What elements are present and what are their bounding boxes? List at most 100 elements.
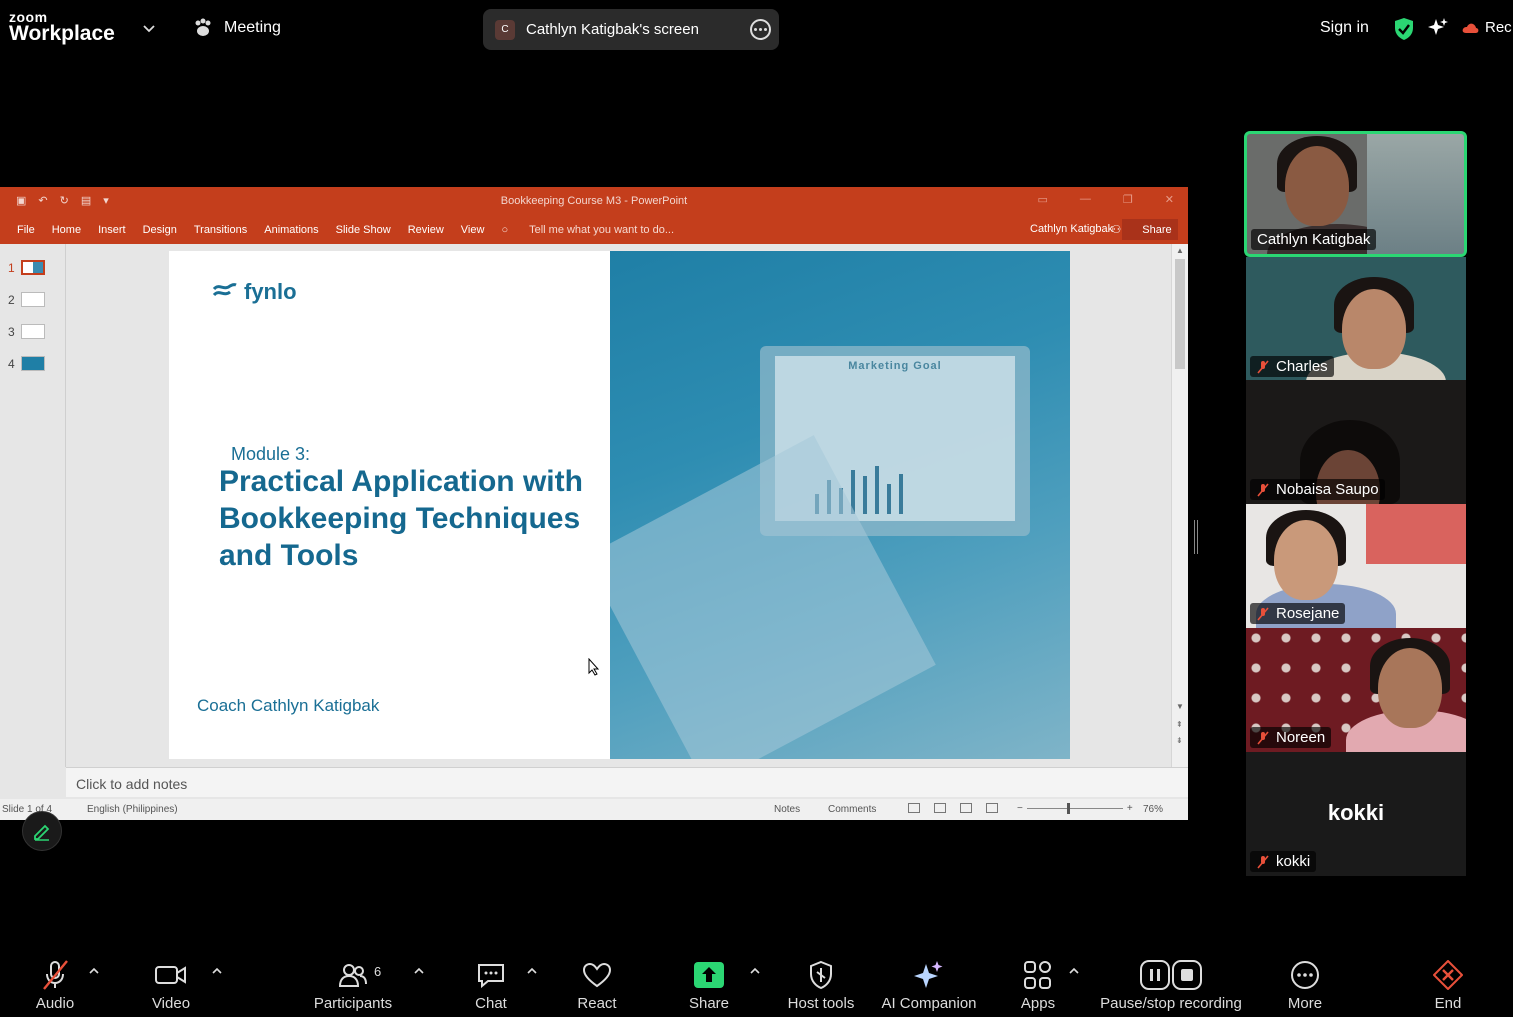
tell-me-box: ○ Tell me what you want to do... — [501, 224, 691, 236]
thumbnail-number: 3 — [8, 324, 15, 339]
apps-button[interactable]: Apps — [1013, 958, 1063, 1012]
ribbon-display-icon: ▭ — [1037, 194, 1048, 206]
participant-name: Nobaisa Saupo — [1276, 481, 1379, 498]
ppt-share-label: Share — [1142, 223, 1172, 236]
participants-options-chevron-icon[interactable] — [414, 966, 424, 976]
share-options-chevron-icon[interactable] — [750, 966, 760, 976]
ppt-ribbon: File Home Insert Design Transitions Anim… — [0, 215, 1188, 244]
participants-count: 6 — [374, 964, 382, 979]
language: English (Philippines) — [87, 804, 178, 815]
zoom-slider: − + — [1017, 803, 1133, 814]
apps-label: Apps — [1020, 995, 1056, 1012]
more-button[interactable]: More — [1280, 958, 1330, 1012]
share-label: Share — [688, 995, 730, 1012]
video-tile[interactable]: kokki kokki — [1246, 752, 1466, 876]
participant-label: Noreen — [1250, 727, 1332, 748]
audio-options-chevron-icon[interactable] — [89, 966, 99, 976]
end-meeting-button[interactable]: End — [1423, 958, 1473, 1012]
slide-thumbnail: 2 — [8, 292, 45, 307]
pause-stop-recording-button[interactable]: Pause/stop recording — [1094, 958, 1248, 1012]
chat-button[interactable]: Chat — [466, 958, 516, 1012]
audio-button[interactable]: Audio — [30, 958, 80, 1012]
sharer-avatar: C — [495, 19, 515, 40]
chat-icon — [478, 964, 504, 989]
muted-mic-icon — [1257, 359, 1269, 374]
video-tile[interactable]: Cathlyn Katigbak — [1244, 131, 1467, 257]
ppt-user-name: Cathlyn Katigbak — [1030, 223, 1114, 235]
prev-slide-icon: ⇞ — [1176, 720, 1183, 729]
ribbon-tab-home: Home — [51, 223, 82, 236]
coach-name: Coach Cathlyn Katigbak — [197, 696, 380, 715]
video-button[interactable]: Video — [146, 958, 196, 1012]
participants-button[interactable]: Participants — [308, 958, 398, 1012]
screen-share-indicator[interactable]: C Cathlyn Katigbak's screen — [483, 9, 779, 50]
ppt-share-button: ⚇ Share — [1111, 219, 1178, 240]
comments-toggle: Comments — [828, 804, 877, 815]
ribbon-tab-insert: Insert — [98, 223, 126, 236]
scrollbar-thumb — [1175, 259, 1185, 369]
video-tile[interactable]: Noreen — [1246, 628, 1466, 752]
chat-label: Chat — [475, 995, 507, 1012]
react-button[interactable]: React — [572, 958, 622, 1012]
ai-companion-label: AI Companion — [881, 995, 977, 1012]
slide-thumbnail-pane: 1 2 3 4 — [0, 244, 66, 767]
muted-mic-icon — [1257, 854, 1269, 869]
notes-toggle: Notes — [774, 804, 801, 815]
lightbulb-icon: ○ — [501, 223, 509, 236]
ai-companion-button[interactable]: AI Companion — [878, 958, 980, 1012]
current-slide: fynlo Module 3: Practical Application wi… — [169, 251, 1070, 759]
slide-thumbnail: 1 — [8, 260, 45, 275]
host-tools-button[interactable]: Host tools — [783, 958, 859, 1012]
ai-companion-icon — [914, 961, 943, 988]
notes-pane: Click to add notes — [66, 767, 1188, 797]
cloud-record-icon — [1462, 23, 1479, 33]
ppt-title-bar: ▣ ↶ ↻ ▤ ▾ Bookkeeping Course M3 - PowerP… — [0, 187, 1188, 215]
meeting-info-button[interactable]: Meeting — [192, 18, 281, 38]
maximize-icon: ❐ — [1122, 194, 1133, 206]
participant-name: Cathlyn Katigbak — [1257, 231, 1371, 248]
thumbnail-number: 4 — [8, 356, 15, 371]
video-options-chevron-icon[interactable] — [212, 966, 222, 976]
ppt-status-bar: Slide 1 of 4 English (Philippines) Notes… — [0, 799, 1188, 820]
pencil-icon — [34, 824, 50, 841]
chevron-down-icon[interactable] — [142, 21, 156, 35]
camera-icon — [155, 966, 186, 984]
annotate-button[interactable] — [22, 811, 62, 851]
meeting-toolbar: Audio Video Participants 6 Chat React Sh… — [0, 946, 1513, 1017]
slide-heading: Practical Application with Bookkeeping T… — [219, 465, 583, 572]
share-button[interactable]: Share — [684, 958, 734, 1012]
more-label: More — [1287, 995, 1323, 1012]
host-shield-icon — [810, 960, 832, 990]
participant-name: Noreen — [1276, 729, 1326, 746]
ribbon-tab-slide-show: Slide Show — [335, 223, 391, 236]
end-label: End — [1434, 995, 1462, 1012]
screen-share-label: Cathlyn Katigbak's screen — [526, 21, 699, 38]
wave-logo-icon — [212, 283, 237, 297]
chat-options-chevron-icon[interactable] — [527, 966, 537, 976]
video-label: Video — [151, 995, 191, 1012]
sign-in-link[interactable]: Sign in — [1320, 19, 1369, 37]
audio-label: Audio — [35, 995, 75, 1012]
apps-options-chevron-icon[interactable] — [1069, 966, 1079, 976]
video-tile[interactable]: Rosejane — [1246, 504, 1466, 628]
fynlo-logo: fynlo — [212, 279, 297, 305]
zoom-workplace-logo: zoom Workplace — [9, 10, 115, 44]
tell-me-text: Tell me what you want to do... — [529, 223, 675, 236]
gallery-resize-handle[interactable] — [1194, 520, 1198, 554]
ribbon-tab-transitions: Transitions — [193, 223, 248, 236]
security-shield-icon[interactable] — [1393, 17, 1415, 41]
more-options-icon[interactable] — [750, 19, 771, 40]
participants-label: Participants — [313, 995, 393, 1012]
participant-name: Charles — [1276, 358, 1328, 375]
video-tile[interactable]: Nobaisa Saupo — [1246, 380, 1466, 504]
host-tools-label: Host tools — [787, 995, 855, 1012]
ribbon-tab-animations: Animations — [264, 223, 319, 236]
module-label: Module 3: — [231, 444, 311, 464]
end-x-icon — [1433, 960, 1463, 990]
video-tile[interactable]: Charles — [1246, 257, 1466, 381]
participant-label: Cathlyn Katigbak — [1251, 229, 1377, 250]
ribbon-tab-design: Design — [142, 223, 177, 236]
ai-sparkle-icon[interactable] — [1427, 17, 1449, 39]
recording-indicator[interactable]: Rec — [1462, 19, 1512, 36]
meeting-label: Meeting — [224, 19, 281, 36]
